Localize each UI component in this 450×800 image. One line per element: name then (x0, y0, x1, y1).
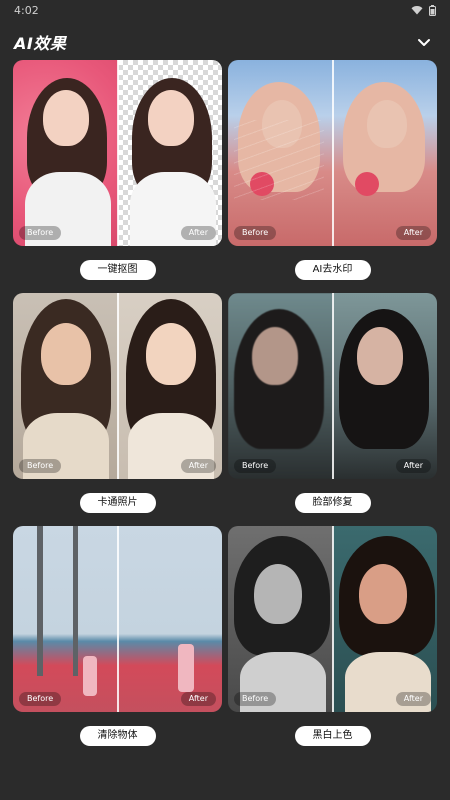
feature-card-cartoon: Before After 卡通照片 (13, 293, 222, 513)
before-image (228, 293, 333, 479)
header: AI效果 (0, 28, 450, 56)
feature-button-face-repair[interactable]: 脸部修复 (294, 493, 371, 513)
before-label: Before (234, 226, 277, 240)
before-image (228, 526, 333, 712)
before-image (13, 60, 118, 246)
status-time: 4:02 (14, 3, 39, 17)
compare-divider[interactable] (331, 60, 334, 246)
after-image (117, 60, 222, 246)
after-image (117, 293, 222, 479)
feature-button-watermark[interactable]: AI去水印 (294, 260, 371, 280)
feature-preview-cutout[interactable]: Before After (13, 60, 222, 246)
before-label: Before (19, 226, 62, 240)
feature-card-face-repair: Before After 脸部修复 (228, 293, 437, 513)
feature-card-cutout: Before After 一键抠图 (13, 60, 222, 280)
after-label: After (395, 226, 431, 240)
compare-divider[interactable] (331, 293, 334, 479)
before-label: Before (19, 692, 62, 706)
feature-button-colorize[interactable]: 黑白上色 (294, 726, 371, 746)
feature-preview-object-removal[interactable]: Before After (13, 526, 222, 712)
compare-divider[interactable] (331, 526, 334, 712)
feature-preview-colorize[interactable]: Before After (228, 526, 437, 712)
battery-icon (429, 4, 436, 16)
after-label: After (180, 459, 216, 473)
feature-card-object-removal: Before After 清除物体 (13, 526, 222, 746)
before-label: Before (234, 459, 277, 473)
feature-card-watermark: Before After AI去水印 (228, 60, 437, 280)
before-image (228, 60, 333, 246)
after-label: After (395, 459, 431, 473)
after-image (332, 60, 437, 246)
after-image (332, 293, 437, 479)
before-label: Before (234, 692, 277, 706)
after-image (332, 526, 437, 712)
feature-button-cutout[interactable]: 一键抠图 (79, 260, 156, 280)
feature-button-object-removal[interactable]: 清除物体 (79, 726, 156, 746)
before-label: Before (19, 459, 62, 473)
after-image (117, 526, 222, 712)
feature-card-colorize: Before After 黑白上色 (228, 526, 437, 746)
after-label: After (180, 692, 216, 706)
page-title: AI效果 (14, 34, 67, 53)
feature-preview-watermark[interactable]: Before After (228, 60, 437, 246)
compare-divider[interactable] (116, 60, 119, 246)
feature-preview-face-repair[interactable]: Before After (228, 293, 437, 479)
before-image (13, 293, 118, 479)
status-bar: 4:02 (0, 0, 450, 20)
status-icons (411, 4, 436, 16)
compare-divider[interactable] (116, 293, 119, 479)
chevron-down-icon[interactable] (416, 34, 432, 50)
wifi-icon (411, 6, 423, 15)
feature-preview-cartoon[interactable]: Before After (13, 293, 222, 479)
feature-button-cartoon[interactable]: 卡通照片 (79, 493, 156, 513)
after-label: After (395, 692, 431, 706)
before-image (13, 526, 118, 712)
compare-divider[interactable] (116, 526, 119, 712)
after-label: After (180, 226, 216, 240)
